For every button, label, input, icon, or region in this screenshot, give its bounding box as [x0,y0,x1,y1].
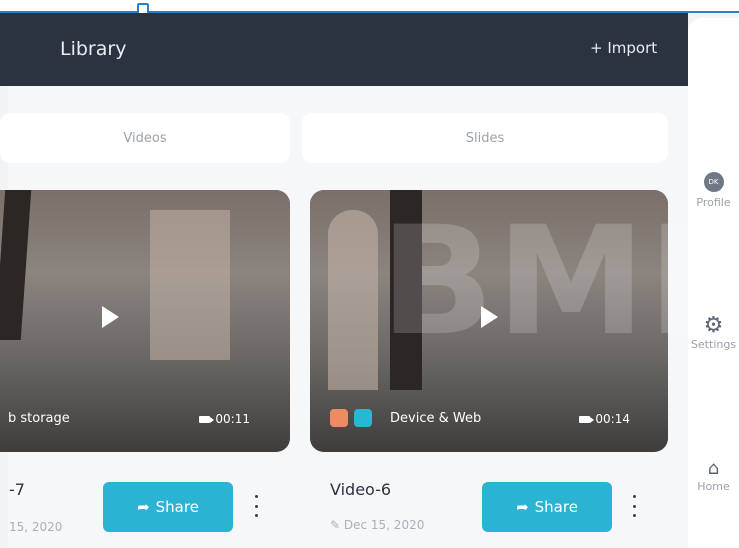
page-title: Library [60,38,127,60]
device-badge-icon [330,409,348,427]
avatar: DK [703,172,724,192]
web-badge-icon [354,409,372,427]
more-options-icon[interactable] [252,495,260,517]
video-date-text: Dec 15, 2020 [343,518,425,532]
video-date: 15, 2020 [9,520,63,534]
video-card-thumbnail[interactable]: b storage 00:11 [0,190,290,452]
video-card-thumbnail[interactable]: Device & Web 00:14 [310,190,668,452]
side-nav-settings-label: Settings [690,338,737,351]
side-nav-home[interactable]: ⌂ Home [688,458,739,493]
share-icon: ➦ [137,498,150,516]
camera-icon [579,415,595,423]
tab-slides[interactable]: Slides [302,113,668,163]
import-button[interactable]: + Import [590,39,657,57]
side-nav-home-label: Home [697,480,730,493]
duration-value: 00:14 [595,412,630,426]
share-button[interactable]: ➦ Share [103,482,233,532]
side-nav-profile-label: Profile [696,196,731,209]
share-button[interactable]: ➦ Share [482,482,612,532]
more-options-icon[interactable] [630,495,638,517]
side-nav-settings[interactable]: ⚙ Settings [688,313,739,352]
share-label: Share [534,498,578,516]
side-nav-profile[interactable]: DK Profile [688,172,739,209]
play-icon[interactable] [102,306,119,328]
play-icon[interactable] [481,306,498,328]
home-icon: ⌂ [707,458,720,479]
video-title: -7 [9,480,25,499]
duration-label: 00:14 [579,412,630,426]
thumbnail-doorway [328,210,378,390]
library-header: Library + Import [0,13,688,86]
storage-label: b storage [8,411,70,426]
video-date: ✎ Dec 15, 2020 [330,518,424,532]
tab-videos-label: Videos [123,130,167,146]
side-nav: DK Profile ⚙ Settings ⌂ Home [688,18,739,548]
tab-slides-label: Slides [465,130,505,146]
video-title: Video-6 [330,480,392,499]
storage-label: Device & Web [390,411,482,426]
share-icon: ➦ [516,498,529,516]
edit-icon: ✎ [330,518,344,532]
camera-icon [199,415,215,423]
gear-icon: ⚙ [703,313,724,338]
tab-videos[interactable]: Videos [0,113,290,163]
duration-value: 00:11 [215,412,250,426]
duration-label: 00:11 [199,412,250,426]
thumbnail-wall [150,210,230,360]
thumbnail-pillar [390,190,422,390]
share-label: Share [155,498,199,516]
